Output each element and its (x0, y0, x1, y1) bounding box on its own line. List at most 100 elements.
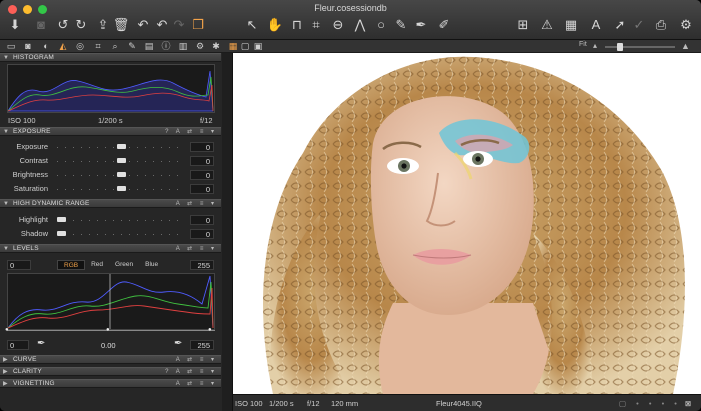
levels-low-handle[interactable]: ● (5, 327, 9, 333)
hdr-header[interactable]: ▼ HIGH DYNAMIC RANGE A ⇄ ≡ ▾ (0, 199, 221, 208)
export-icon[interactable]: ⇪ (94, 17, 112, 33)
import-icon[interactable]: ⬇ (6, 17, 24, 33)
zoom-slider[interactable] (605, 43, 675, 51)
rating-dots[interactable]: ▢ • • • • • (619, 399, 694, 408)
white-picker-icon[interactable]: ✒ (174, 338, 182, 349)
hdr-controls[interactable]: A ⇄ ≡ ▾ (176, 200, 217, 208)
channel-tab[interactable]: Green (109, 260, 139, 270)
levels-low-input[interactable]: 0 (7, 260, 31, 270)
slider-track[interactable] (57, 217, 185, 223)
details-tab-icon[interactable]: ⌕ (109, 41, 121, 52)
library-tab-icon[interactable]: ▭ (5, 41, 17, 52)
output-tab-icon[interactable]: ▤ (143, 41, 155, 52)
title-toolbar: Fleur.cosessiondb ⬇ ◙ ↺ ↻ ⇪ 🗑 ↶ ↶ ↷ ❐ ↖ … (0, 0, 701, 40)
batch-tab-icon[interactable]: ▥ (177, 41, 189, 52)
slider-value[interactable]: 0 (190, 156, 214, 166)
cursor-icon[interactable]: ↖ (243, 17, 261, 33)
slider-label: Highlight (18, 215, 48, 224)
circle-icon[interactable]: ○ (372, 17, 390, 33)
eraser-icon[interactable]: ✐ (435, 17, 453, 33)
gear-icon[interactable]: ⚙ (677, 17, 695, 33)
local-tab-icon[interactable]: ✎ (126, 41, 138, 52)
levels-controls[interactable]: A ⇄ ≡ ▾ (176, 245, 217, 253)
slider-value[interactable]: 0 (190, 229, 214, 239)
slider-track[interactable] (57, 172, 185, 178)
exposure-header[interactable]: ▼ EXPOSURE ? A ⇄ ≡ ▾ (0, 127, 221, 136)
slider-track[interactable] (57, 186, 185, 192)
histogram-header[interactable]: ▼ HISTOGRAM (0, 53, 221, 62)
slider-track[interactable] (57, 158, 185, 164)
panel-scrollbar[interactable] (222, 53, 232, 411)
status-focal: 120 mm (331, 399, 359, 408)
undo-icon[interactable]: ↶ (134, 17, 152, 33)
rotate-left-icon[interactable]: ↺ (54, 17, 72, 33)
compare-icon[interactable]: ⊞ (514, 17, 532, 33)
redo-left-icon[interactable]: ↶ (153, 17, 171, 33)
straighten-icon[interactable]: ⊖ (329, 17, 347, 33)
section-controls[interactable]: ? A ⇄ ≡ ▾ (165, 368, 217, 376)
grid-view-icon[interactable]: ▦ (227, 41, 239, 52)
histogram-aperture: f/12 (200, 116, 213, 125)
slider-value[interactable]: 0 (190, 215, 214, 225)
slider-track[interactable] (57, 231, 185, 237)
slider-knob[interactable] (116, 172, 126, 177)
levels-high-input[interactable]: 255 (190, 260, 214, 270)
text-icon[interactable]: A (587, 17, 605, 33)
picker-icon[interactable]: ✒ (412, 17, 430, 33)
slider-knob[interactable] (116, 144, 126, 149)
pan-icon[interactable]: ✋ (266, 17, 284, 33)
slider-value[interactable]: 0 (190, 170, 214, 180)
collapsed-section-header[interactable]: ▶ CLARITY ? A ⇄ ≡ ▾ (0, 367, 221, 376)
capture-tab-icon[interactable]: ◙ (22, 41, 34, 52)
crop-icon[interactable]: ⌗ (307, 17, 325, 33)
color-tab-icon[interactable]: ◐ (40, 41, 52, 52)
slider-knob[interactable] (57, 217, 66, 222)
rotate-right-icon[interactable]: ↻ (72, 17, 90, 33)
collapsed-section-header[interactable]: ▶ CURVE A ⇄ ≡ ▾ (0, 355, 221, 364)
composition-tab-icon[interactable]: ⌗ (92, 41, 104, 52)
exposure-controls[interactable]: ? A ⇄ ≡ ▾ (165, 128, 217, 136)
zoom-slider-knob[interactable] (617, 43, 623, 51)
levels-mid-handle[interactable]: ● (106, 327, 110, 333)
redo-right-icon[interactable]: ↷ (170, 17, 188, 33)
section-controls[interactable]: A ⇄ ≡ ▾ (176, 356, 217, 364)
slider-knob[interactable] (116, 158, 126, 163)
levels-header[interactable]: ▼ LEVELS A ⇄ ≡ ▾ (0, 244, 221, 253)
check-icon[interactable]: ✓ (630, 17, 648, 33)
slider-value[interactable]: 0 (190, 142, 214, 152)
exposure-tab-icon[interactable]: ◭ (57, 41, 69, 52)
slider-track[interactable] (57, 144, 185, 150)
channel-tab[interactable]: Blue (139, 260, 164, 270)
slider-label: Brightness (12, 170, 48, 179)
camera-icon[interactable]: ◙ (32, 17, 50, 33)
warning-icon[interactable]: ⚠ (538, 17, 556, 33)
metadata-tab-icon[interactable]: ⓘ (160, 41, 172, 52)
channel-tab[interactable]: Red (85, 260, 109, 270)
perspective-icon[interactable]: ⋀ (351, 17, 369, 33)
brush-icon[interactable]: ✎ (392, 17, 410, 33)
levels-high-output[interactable]: 255 (190, 340, 214, 350)
colortag-icon[interactable]: ⊠ (685, 399, 691, 408)
section-controls[interactable]: A ⇄ ≡ ▾ (176, 380, 217, 388)
slider-knob[interactable] (57, 231, 66, 236)
grid-icon[interactable]: ▦ (562, 17, 580, 33)
quick-tab-icon[interactable]: ✱ (210, 41, 222, 52)
levels-low-output[interactable]: 0 (7, 340, 29, 350)
compare-view-icon[interactable]: ▣ (252, 41, 264, 52)
image-viewer[interactable] (233, 53, 701, 394)
stack-icon[interactable]: ❐ (189, 17, 207, 33)
trash-icon[interactable]: 🗑 (112, 17, 130, 33)
settings-tab-icon[interactable]: ⚙ (194, 41, 206, 52)
slider-knob[interactable] (116, 186, 126, 191)
print-icon[interactable]: ⎙ (652, 17, 670, 33)
lens-tab-icon[interactable]: ◎ (74, 41, 86, 52)
channel-tab[interactable]: RGB (57, 260, 86, 270)
black-picker-icon[interactable]: ✒ (37, 338, 45, 349)
slider-value[interactable]: 0 (190, 184, 214, 194)
single-view-icon[interactable]: ▢ (239, 41, 251, 52)
levels-graph (7, 274, 214, 329)
collapsed-section-header[interactable]: ▶ VIGNETTING A ⇄ ≡ ▾ (0, 379, 221, 388)
keystone-icon[interactable]: ⊓ (288, 17, 306, 33)
levels-high-handle[interactable]: ● (208, 327, 212, 333)
arrow-icon[interactable]: ➚ (611, 17, 629, 33)
